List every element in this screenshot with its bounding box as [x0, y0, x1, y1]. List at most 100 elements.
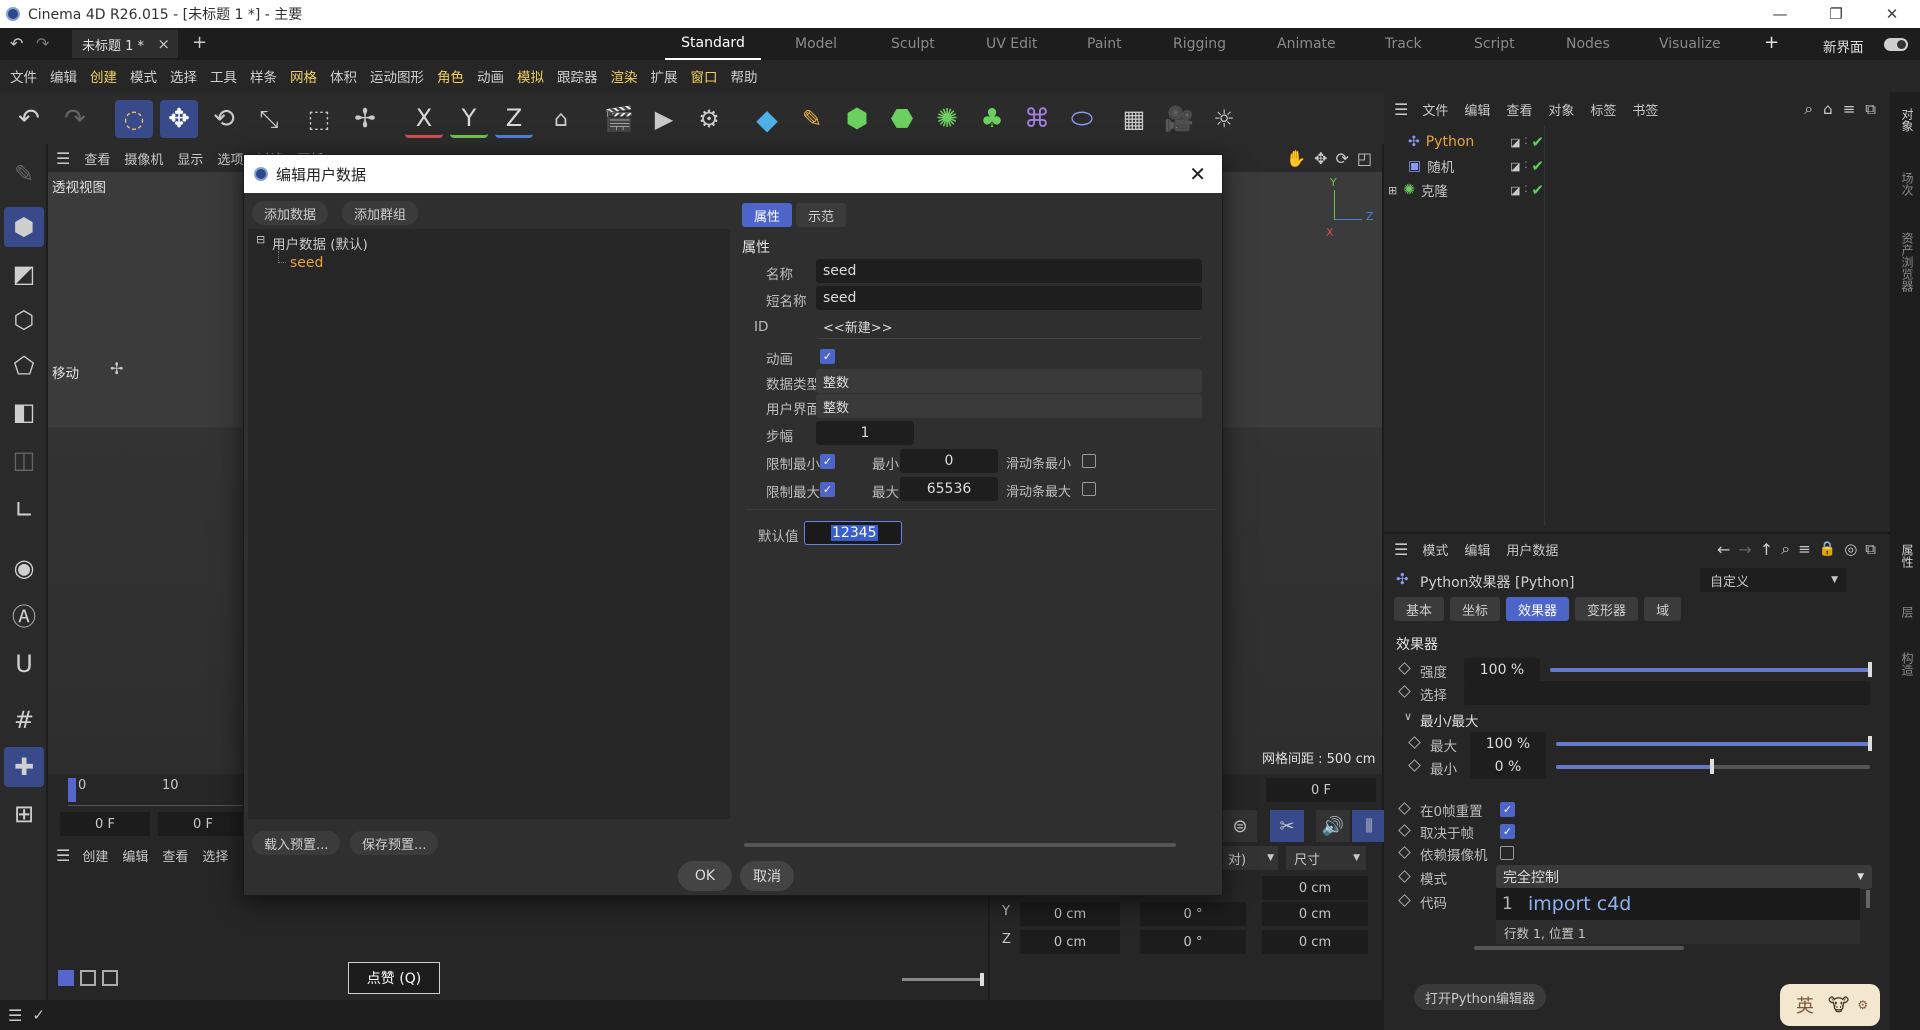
- texture-mode-icon[interactable]: ◩: [4, 254, 44, 294]
- menu-create[interactable]: 创建: [90, 66, 117, 86]
- transform-move-icon[interactable]: ✢: [346, 100, 384, 138]
- strength-field[interactable]: 100 %: [1464, 658, 1540, 682]
- layout-tab-sculpt[interactable]: Sculpt: [891, 36, 935, 52]
- coord-field[interactable]: 0 cm: [1262, 930, 1368, 954]
- attribute-menu-icon[interactable]: ☰: [1394, 540, 1408, 559]
- attr-tab-coord[interactable]: 坐标: [1450, 597, 1501, 621]
- up-arrow-icon[interactable]: ↑: [1760, 540, 1773, 559]
- layout-tab-script[interactable]: Script: [1474, 36, 1515, 52]
- menu-mesh[interactable]: 网格: [290, 66, 317, 86]
- tree-root-item[interactable]: 用户数据 (默认): [272, 233, 368, 253]
- menu-file[interactable]: 文件: [10, 66, 37, 86]
- model-mode-icon[interactable]: ⬢: [4, 207, 44, 247]
- cube-icon[interactable]: ◆: [748, 100, 786, 138]
- document-tab[interactable]: 未标题 1 * ×: [72, 30, 178, 58]
- reset-frame0-checkbox[interactable]: ✓: [1500, 802, 1515, 817]
- expand-icon[interactable]: ⊞: [1388, 184, 1397, 197]
- bottom-menu-view[interactable]: 查看: [162, 846, 188, 865]
- coord-size-dropdown[interactable]: 尺寸 ▼: [1286, 846, 1366, 870]
- new-window-icon[interactable]: ⧉: [1865, 540, 1876, 558]
- limit-min-checkbox[interactable]: ✓: [820, 454, 835, 469]
- menu-character[interactable]: 角色: [437, 66, 464, 86]
- depend-camera-checkbox[interactable]: [1500, 846, 1514, 860]
- points-mode-icon[interactable]: ⬡: [4, 300, 44, 340]
- side-tab-objects[interactable]: 对象: [1899, 108, 1916, 132]
- layout-tab-standard[interactable]: Standard: [665, 28, 761, 60]
- viewport-rotate-icon[interactable]: ⟳: [1335, 149, 1348, 168]
- viewport-menu-view[interactable]: 查看: [84, 149, 110, 168]
- render-settings-icon[interactable]: ⚙: [690, 100, 728, 138]
- current-frame-field[interactable]: 0 F: [158, 812, 248, 836]
- max-slider-handle[interactable]: [1868, 736, 1872, 751]
- text-tool-icon[interactable]: Ⓐ: [4, 594, 44, 634]
- live-select-icon[interactable]: ◌: [115, 100, 153, 138]
- axis-mode-icon[interactable]: ∟: [4, 490, 44, 530]
- new-ui-label[interactable]: 新界面: [1823, 36, 1864, 56]
- bottom-menu-create[interactable]: 创建: [82, 846, 108, 865]
- keyframe-icon[interactable]: [1398, 662, 1411, 675]
- object-menu-object[interactable]: 对象: [1548, 100, 1574, 119]
- make-editable-icon[interactable]: ✎: [4, 154, 44, 194]
- undo-history-icon[interactable]: ↶: [10, 34, 23, 53]
- add-document-button[interactable]: +: [192, 32, 207, 53]
- object-row-cloner[interactable]: ⊞ ✺ 克隆 ◪ ⁚ ✔: [1384, 178, 1544, 202]
- auto-key-icon[interactable]: ✂: [1270, 810, 1304, 842]
- fcurve-icon[interactable]: ⫼: [1352, 810, 1386, 842]
- floor-icon[interactable]: ▦: [1115, 100, 1153, 138]
- slider-max-checkbox[interactable]: [1082, 482, 1096, 496]
- like-button[interactable]: 点赞 (Q): [348, 962, 440, 994]
- side-tab-asset-browser[interactable]: 资产浏览器: [1899, 232, 1916, 292]
- tab-properties[interactable]: 属性: [742, 203, 793, 227]
- keyframe-icon[interactable]: [1398, 870, 1411, 883]
- tab-example[interactable]: 示范: [796, 203, 847, 227]
- rotate-tool-icon[interactable]: ⟲: [205, 100, 243, 138]
- selection-field[interactable]: [1464, 681, 1870, 705]
- restore-button[interactable]: ❐: [1808, 0, 1864, 28]
- keyframe-icon[interactable]: [1398, 685, 1411, 698]
- load-preset-button[interactable]: 载入预置...: [252, 831, 341, 855]
- keyframe-icon[interactable]: [1408, 736, 1421, 749]
- viewport-menu-display[interactable]: 显示: [177, 149, 203, 168]
- deformer-icon[interactable]: ⌘: [1018, 100, 1056, 138]
- render-picture-viewer-icon[interactable]: ▶: [645, 100, 683, 138]
- filter-icon[interactable]: ≡: [1843, 100, 1856, 118]
- coord-field[interactable]: 0 °: [1140, 930, 1246, 954]
- strength-slider-handle[interactable]: [1868, 662, 1872, 677]
- attribute-menu-mode[interactable]: 模式: [1422, 540, 1448, 559]
- coord-mode-dropdown[interactable]: 对) ▼: [1222, 846, 1278, 870]
- visibility-dots-icon[interactable]: ⁚: [1525, 185, 1528, 195]
- new-window-icon[interactable]: ⧉: [1865, 100, 1876, 118]
- min-slider-handle[interactable]: [1710, 759, 1714, 774]
- viewport-move-icon[interactable]: ✥: [1314, 149, 1327, 168]
- menu-mograph[interactable]: 运动图形: [370, 66, 424, 86]
- layout-tab-track[interactable]: Track: [1385, 36, 1422, 52]
- layout-tab-visualize[interactable]: Visualize: [1659, 36, 1721, 52]
- back-arrow-icon[interactable]: ←: [1717, 540, 1730, 559]
- depend-frame-checkbox[interactable]: ✓: [1500, 824, 1515, 839]
- menu-edit[interactable]: 编辑: [50, 66, 77, 86]
- attr-tab-field[interactable]: 域: [1644, 597, 1682, 621]
- ok-button[interactable]: OK: [678, 861, 732, 891]
- visibility-dots-icon[interactable]: ⁚: [1525, 161, 1528, 171]
- cloner-icon[interactable]: ✺: [928, 100, 966, 138]
- editor-visibility-icon[interactable]: ◪: [1510, 160, 1520, 173]
- start-frame-field[interactable]: 0 F: [60, 812, 150, 836]
- bottom-menu-select[interactable]: 选择: [202, 846, 228, 865]
- search-icon[interactable]: ⌕: [1804, 99, 1813, 119]
- edges-mode-icon[interactable]: ⬠: [4, 346, 44, 386]
- add-group-button[interactable]: 添加群组: [342, 201, 419, 225]
- menu-tools[interactable]: 工具: [210, 66, 237, 86]
- zoom-slider[interactable]: [902, 973, 984, 986]
- menu-volume[interactable]: 体积: [330, 66, 357, 86]
- dialog-close-icon[interactable]: ✕: [1189, 162, 1206, 186]
- menu-extensions[interactable]: 扩展: [651, 66, 678, 86]
- open-python-editor-button[interactable]: 打开Python编辑器: [1414, 984, 1546, 1010]
- bottom-menu-icon[interactable]: ☰: [56, 846, 70, 865]
- menu-animation[interactable]: 动画: [477, 66, 504, 86]
- attribute-menu-edit[interactable]: 编辑: [1464, 540, 1490, 559]
- save-preset-button[interactable]: 保存预置...: [350, 831, 439, 855]
- name-field[interactable]: seed: [816, 259, 1202, 283]
- y-axis-lock-icon[interactable]: Y: [450, 100, 488, 138]
- scale-tool-icon[interactable]: ⤡: [250, 100, 288, 138]
- editor-visibility-icon[interactable]: ◪: [1510, 184, 1520, 197]
